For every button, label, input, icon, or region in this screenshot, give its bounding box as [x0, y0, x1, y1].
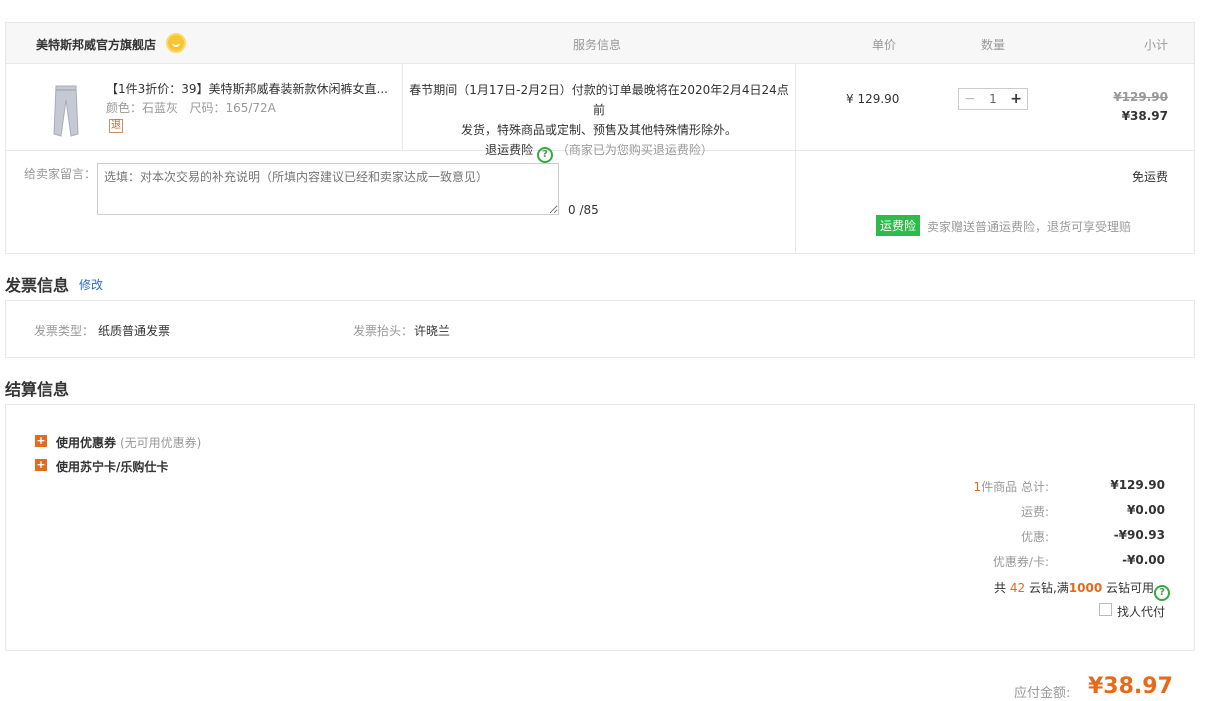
divider: [795, 151, 796, 253]
shop-name[interactable]: 美特斯邦威官方旗舰店: [36, 36, 156, 53]
divider: [795, 64, 796, 150]
card-option[interactable]: 使用苏宁卡/乐购仕卡: [56, 458, 168, 475]
plus-square-icon[interactable]: +: [35, 435, 47, 447]
invoice-type-label: 发票类型：: [34, 324, 95, 338]
proxy-pay-label[interactable]: 找人代付: [1117, 603, 1165, 620]
discount-label: 优惠:: [1020, 530, 1049, 544]
plus-square-icon[interactable]: +: [35, 459, 47, 471]
message-label: 给卖家留言：: [24, 167, 97, 181]
coupon-card-value: -¥0.00: [1122, 553, 1165, 567]
coupon-note: (无可用优惠券): [120, 436, 202, 450]
message-count: 0 /85: [568, 203, 599, 217]
coupon-card-label: 优惠券/卡:: [992, 555, 1049, 569]
question-circle-icon[interactable]: ?: [537, 147, 553, 163]
items-label: 件商品 总计:: [981, 480, 1049, 494]
invoice-header-label: 发票抬头：: [353, 324, 414, 338]
freight-label: 运费:: [1020, 505, 1049, 519]
service-insurance-note: （商家已为您购买退运费险）: [556, 143, 713, 157]
plus-icon[interactable]: +: [1010, 91, 1022, 107]
quantity-stepper: − 1 +: [958, 88, 1028, 110]
minus-icon[interactable]: −: [964, 91, 976, 107]
product-spec: 颜色：石蓝灰 尺码：165/72A: [106, 101, 276, 115]
insurance-text: 卖家赠送普通运费险，退货可享受理赔: [927, 220, 1132, 234]
message-input[interactable]: [97, 163, 559, 215]
product-title[interactable]: 【1件3折价：39】美特斯邦威春装新款休闲裤女直...: [106, 80, 391, 97]
insurance-badge: 运费险: [876, 215, 921, 236]
invoice-title: 发票信息: [5, 276, 70, 295]
freight-value: ¥0.00: [1127, 503, 1165, 517]
invoice-header-value: 许晓兰: [414, 324, 451, 338]
col-quantity: 数量: [981, 38, 1006, 52]
items-total: ¥129.90: [1110, 478, 1165, 492]
question-circle-icon[interactable]: ?: [1154, 585, 1171, 601]
divider: [402, 64, 403, 150]
col-unit-price: 单价: [872, 38, 897, 52]
pay-label: 应付金额:: [1014, 686, 1071, 701]
diamond-info: 共 42 云钻,满1000 云钻可用?: [994, 579, 1171, 601]
free-shipping: 免运费: [1131, 170, 1168, 184]
diamond-prefix: 共: [994, 581, 1007, 595]
service-line-1: 春节期间（1月17日-2月2日）付款的订单最晚将在2020年2月4日24点前: [409, 83, 789, 117]
order-item-row: 【1件3折价：39】美特斯邦威春装新款休闲裤女直... 颜色：石蓝灰 尺码：16…: [6, 64, 1194, 163]
smile-badge-icon: [166, 33, 186, 53]
proxy-pay-checkbox[interactable]: [1099, 603, 1112, 616]
settlement-box: + 使用优惠券 (无可用优惠券) + 使用苏宁卡/乐购仕卡 1件商品 总计: ¥…: [5, 404, 1195, 651]
product-thumbnail[interactable]: [48, 84, 84, 138]
invoice-box: 发票类型： 纸质普通发票 发票抬头： 许晓兰: [5, 300, 1195, 358]
discount-value: -¥90.93: [1113, 528, 1165, 542]
pay-total: ¥38.97: [1088, 674, 1173, 699]
diamond-suffix: 云钻可用: [1106, 581, 1155, 595]
coupon-option[interactable]: 使用优惠券: [56, 434, 116, 451]
service-info: 春节期间（1月17日-2月2日）付款的订单最晚将在2020年2月4日24点前 发…: [404, 80, 794, 163]
service-line-2: 发货，特殊商品或定制、预售及其他特殊情形除外。: [460, 123, 737, 137]
items-count: 1: [973, 480, 982, 494]
service-insurance: 退运费险: [485, 143, 534, 157]
return-tag-icon: 退: [109, 119, 123, 133]
diamond-threshold: 1000: [1068, 581, 1103, 595]
settlement-title: 结算信息: [5, 380, 70, 399]
diamond-count: 42: [1009, 581, 1026, 595]
service-insurance-row: 退运费险 ? （商家已为您购买退运费险）: [404, 140, 794, 163]
col-subtotal: 小计: [1143, 38, 1168, 52]
invoice-type-value: 纸质普通发票: [98, 324, 171, 338]
diamond-mid: 云钻,满: [1028, 581, 1069, 595]
order-header: 美特斯邦威官方旗舰店 服务信息 单价 数量 小计: [6, 23, 1194, 64]
invoice-modify-link[interactable]: 修改: [79, 276, 103, 293]
order-box: 美特斯邦威官方旗舰店 服务信息 单价 数量 小计 【1件3折价：39】美特斯邦威…: [5, 22, 1195, 254]
items-total-label: 1件商品 总计:: [919, 478, 1050, 495]
col-service: 服务信息: [573, 38, 622, 52]
original-subtotal: ¥129.90: [1113, 90, 1168, 104]
discounted-subtotal: ¥38.97: [1121, 109, 1168, 123]
unit-price: ¥ 129.90: [846, 92, 900, 106]
quantity-value[interactable]: 1: [989, 92, 997, 106]
